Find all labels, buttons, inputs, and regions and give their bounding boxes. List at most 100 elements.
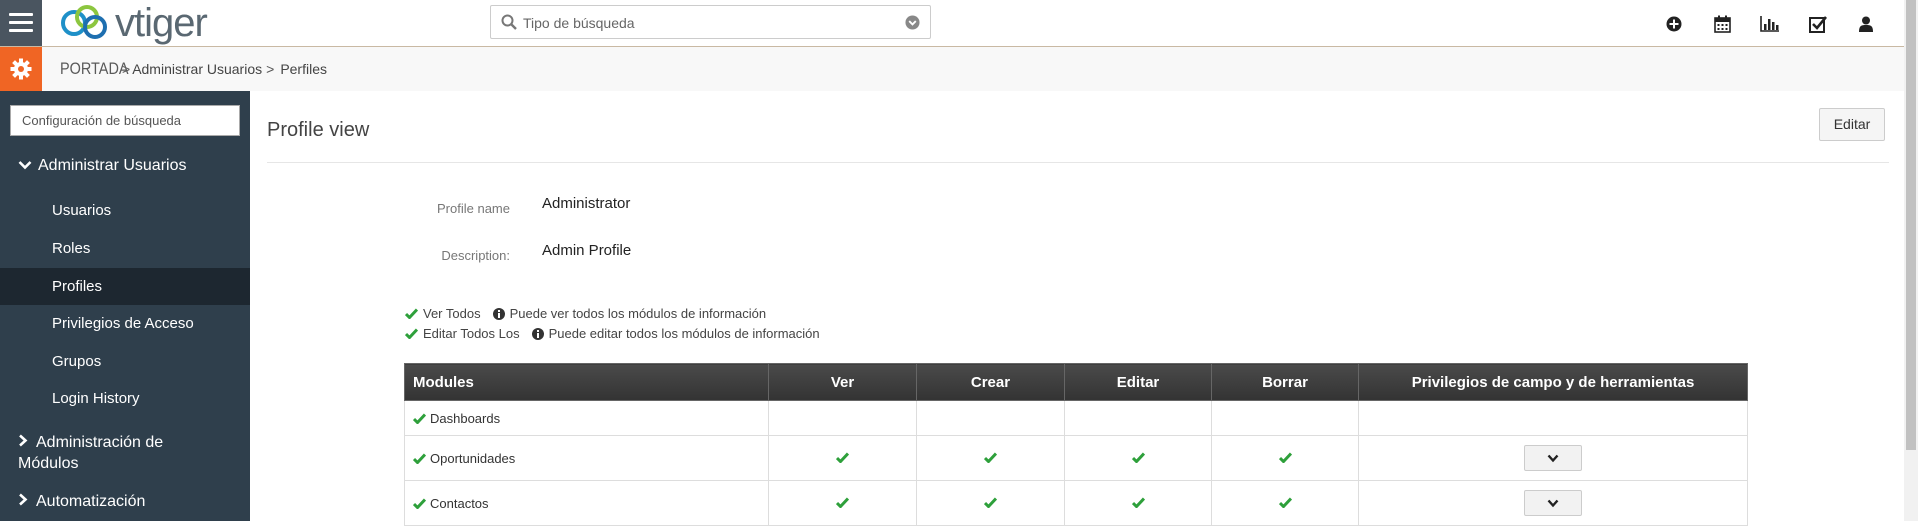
description-label: Description: [441, 248, 510, 263]
sidebar-item-roles[interactable]: Roles [0, 230, 250, 267]
sidebar-group-modules-label: Administración de [36, 434, 164, 451]
sidebar-item-access-privileges[interactable]: Privilegios de Acceso [0, 305, 250, 342]
search-icon [501, 14, 517, 30]
field-privileges-cell [1358, 480, 1748, 526]
sidebar-group-modules-label-2: Módulos [18, 455, 79, 472]
check-icon [412, 412, 427, 425]
module-name: Contactos [430, 495, 489, 511]
hamburger-menu-button[interactable] [0, 0, 42, 46]
expand-privileges-button[interactable] [1524, 490, 1582, 516]
sidebar-group-users-label: Administrar Usuarios [38, 157, 187, 174]
module-cell: Dashboards [404, 400, 769, 436]
sidebar-item-usuarios[interactable]: Usuarios [0, 192, 250, 229]
module-name: Oportunidades [430, 450, 516, 466]
permission-borrar-cell [1211, 435, 1359, 481]
info-icon [531, 327, 544, 340]
edit-all-permission: Editar Todos Los Puede editar todos los … [405, 326, 820, 341]
edit-button[interactable]: Editar [1819, 108, 1885, 141]
permission-crear-cell [916, 435, 1065, 481]
divider [267, 162, 1889, 163]
col-header-field-privileges: Privilegios de campo y de herramientas [1358, 363, 1748, 401]
info-icon [492, 307, 505, 320]
plus-circle-icon[interactable] [1662, 12, 1686, 36]
check-icon [1131, 451, 1145, 464]
table-row: Oportunidades [404, 435, 1748, 481]
global-search-input[interactable]: Tipo de búsqueda [490, 5, 931, 39]
checkbox-icon[interactable] [1806, 12, 1830, 36]
top-bar: vtiger Tipo de búsqueda [0, 0, 1904, 47]
col-header-ver: Ver [768, 363, 917, 401]
permission-crear-cell [916, 480, 1065, 526]
vtiger-logo-icon [61, 5, 107, 39]
settings-button[interactable] [0, 47, 42, 91]
table-header-row: Modules Ver Crear Editar Borrar Privileg… [404, 363, 1748, 401]
permission-borrar-cell [1211, 400, 1359, 436]
sidebar-group-automation[interactable]: Automatización [18, 493, 268, 511]
chevron-down-icon [18, 161, 32, 170]
sidebar-item-groups[interactable]: Grupos [0, 343, 250, 380]
chevron-down-icon [1547, 454, 1559, 463]
table-row: Contactos [404, 480, 1748, 526]
view-all-label: Ver Todos [423, 306, 481, 321]
col-header-editar: Editar [1064, 363, 1212, 401]
permission-ver-cell [768, 480, 917, 526]
vtiger-logo[interactable]: vtiger [57, 1, 208, 45]
chevron-down-circle-icon[interactable] [905, 15, 920, 30]
view-all-info: Puede ver todos los módulos de informaci… [509, 306, 767, 321]
breadcrumb-separator: > [266, 61, 275, 77]
check-icon [405, 328, 418, 339]
description-value: Admin Profile [542, 242, 632, 259]
sidebar-item-label: Grupos [52, 353, 102, 370]
logo-text: vtiger [115, 1, 208, 45]
breadcrumb-bar: PORTADA > Administrar Usuarios > Perfile… [0, 47, 1904, 91]
sidebar-group-modules[interactable]: Administración de Módulos [18, 432, 268, 474]
module-cell: Oportunidades [404, 435, 769, 481]
settings-search-placeholder: Configuración de búsqueda [22, 113, 182, 128]
table-row: Dashboards [404, 400, 1748, 436]
sidebar-item-login-history[interactable]: Login History [0, 380, 250, 417]
permission-crear-cell [916, 400, 1065, 436]
col-header-borrar: Borrar [1211, 363, 1359, 401]
breadcrumb: PORTADA > Administrar Usuarios > Perfile… [60, 59, 327, 79]
profile-name-value: Administrator [542, 195, 631, 212]
profile-name-label: Profile name [437, 201, 510, 216]
breadcrumb-home[interactable]: PORTADA [60, 59, 129, 79]
check-icon [983, 496, 998, 509]
permission-editar-cell [1064, 400, 1212, 436]
module-name: Dashboards [430, 410, 501, 426]
expand-privileges-button[interactable] [1524, 445, 1582, 471]
permission-borrar-cell [1211, 480, 1359, 526]
check-icon [1278, 451, 1292, 464]
check-icon [1278, 496, 1292, 509]
top-icon-bar [1662, 12, 1878, 36]
edit-all-info: Puede editar todos los módulos de inform… [548, 326, 820, 341]
module-cell: Contactos [404, 480, 769, 526]
chevron-right-icon [19, 493, 28, 506]
col-header-modules: Modules [404, 363, 769, 401]
sidebar-item-label: Profiles [52, 278, 103, 295]
scrollbar-thumb[interactable] [1906, 0, 1916, 450]
user-icon[interactable] [1854, 12, 1878, 36]
check-icon [835, 451, 850, 464]
field-privileges-cell [1358, 400, 1748, 436]
breadcrumb-item-users[interactable]: Administrar Usuarios [132, 61, 262, 77]
view-all-permission: Ver Todos Puede ver todos los módulos de… [405, 306, 766, 321]
calendar-icon[interactable] [1710, 12, 1734, 36]
sidebar-group-automation-label: Automatización [36, 493, 146, 510]
sidebar-group-users[interactable]: Administrar Usuarios [18, 157, 268, 175]
sidebar-item-profiles[interactable]: Profiles [0, 268, 250, 305]
permission-editar-cell [1064, 435, 1212, 481]
check-icon [412, 452, 427, 465]
bar-chart-icon[interactable] [1758, 12, 1782, 36]
field-privileges-cell [1358, 435, 1748, 481]
check-icon [983, 451, 998, 464]
page-title: Profile view [267, 119, 370, 141]
settings-search-input[interactable]: Configuración de búsqueda [10, 105, 240, 136]
breadcrumb-item-profiles[interactable]: Perfiles [280, 61, 327, 77]
sidebar: Configuración de búsqueda Administrar Us… [0, 91, 250, 521]
sidebar-item-label: Roles [52, 240, 91, 257]
check-icon [1131, 496, 1145, 509]
vertical-scrollbar[interactable] [1904, 0, 1918, 521]
permission-editar-cell [1064, 480, 1212, 526]
chevron-right-icon [19, 434, 28, 447]
